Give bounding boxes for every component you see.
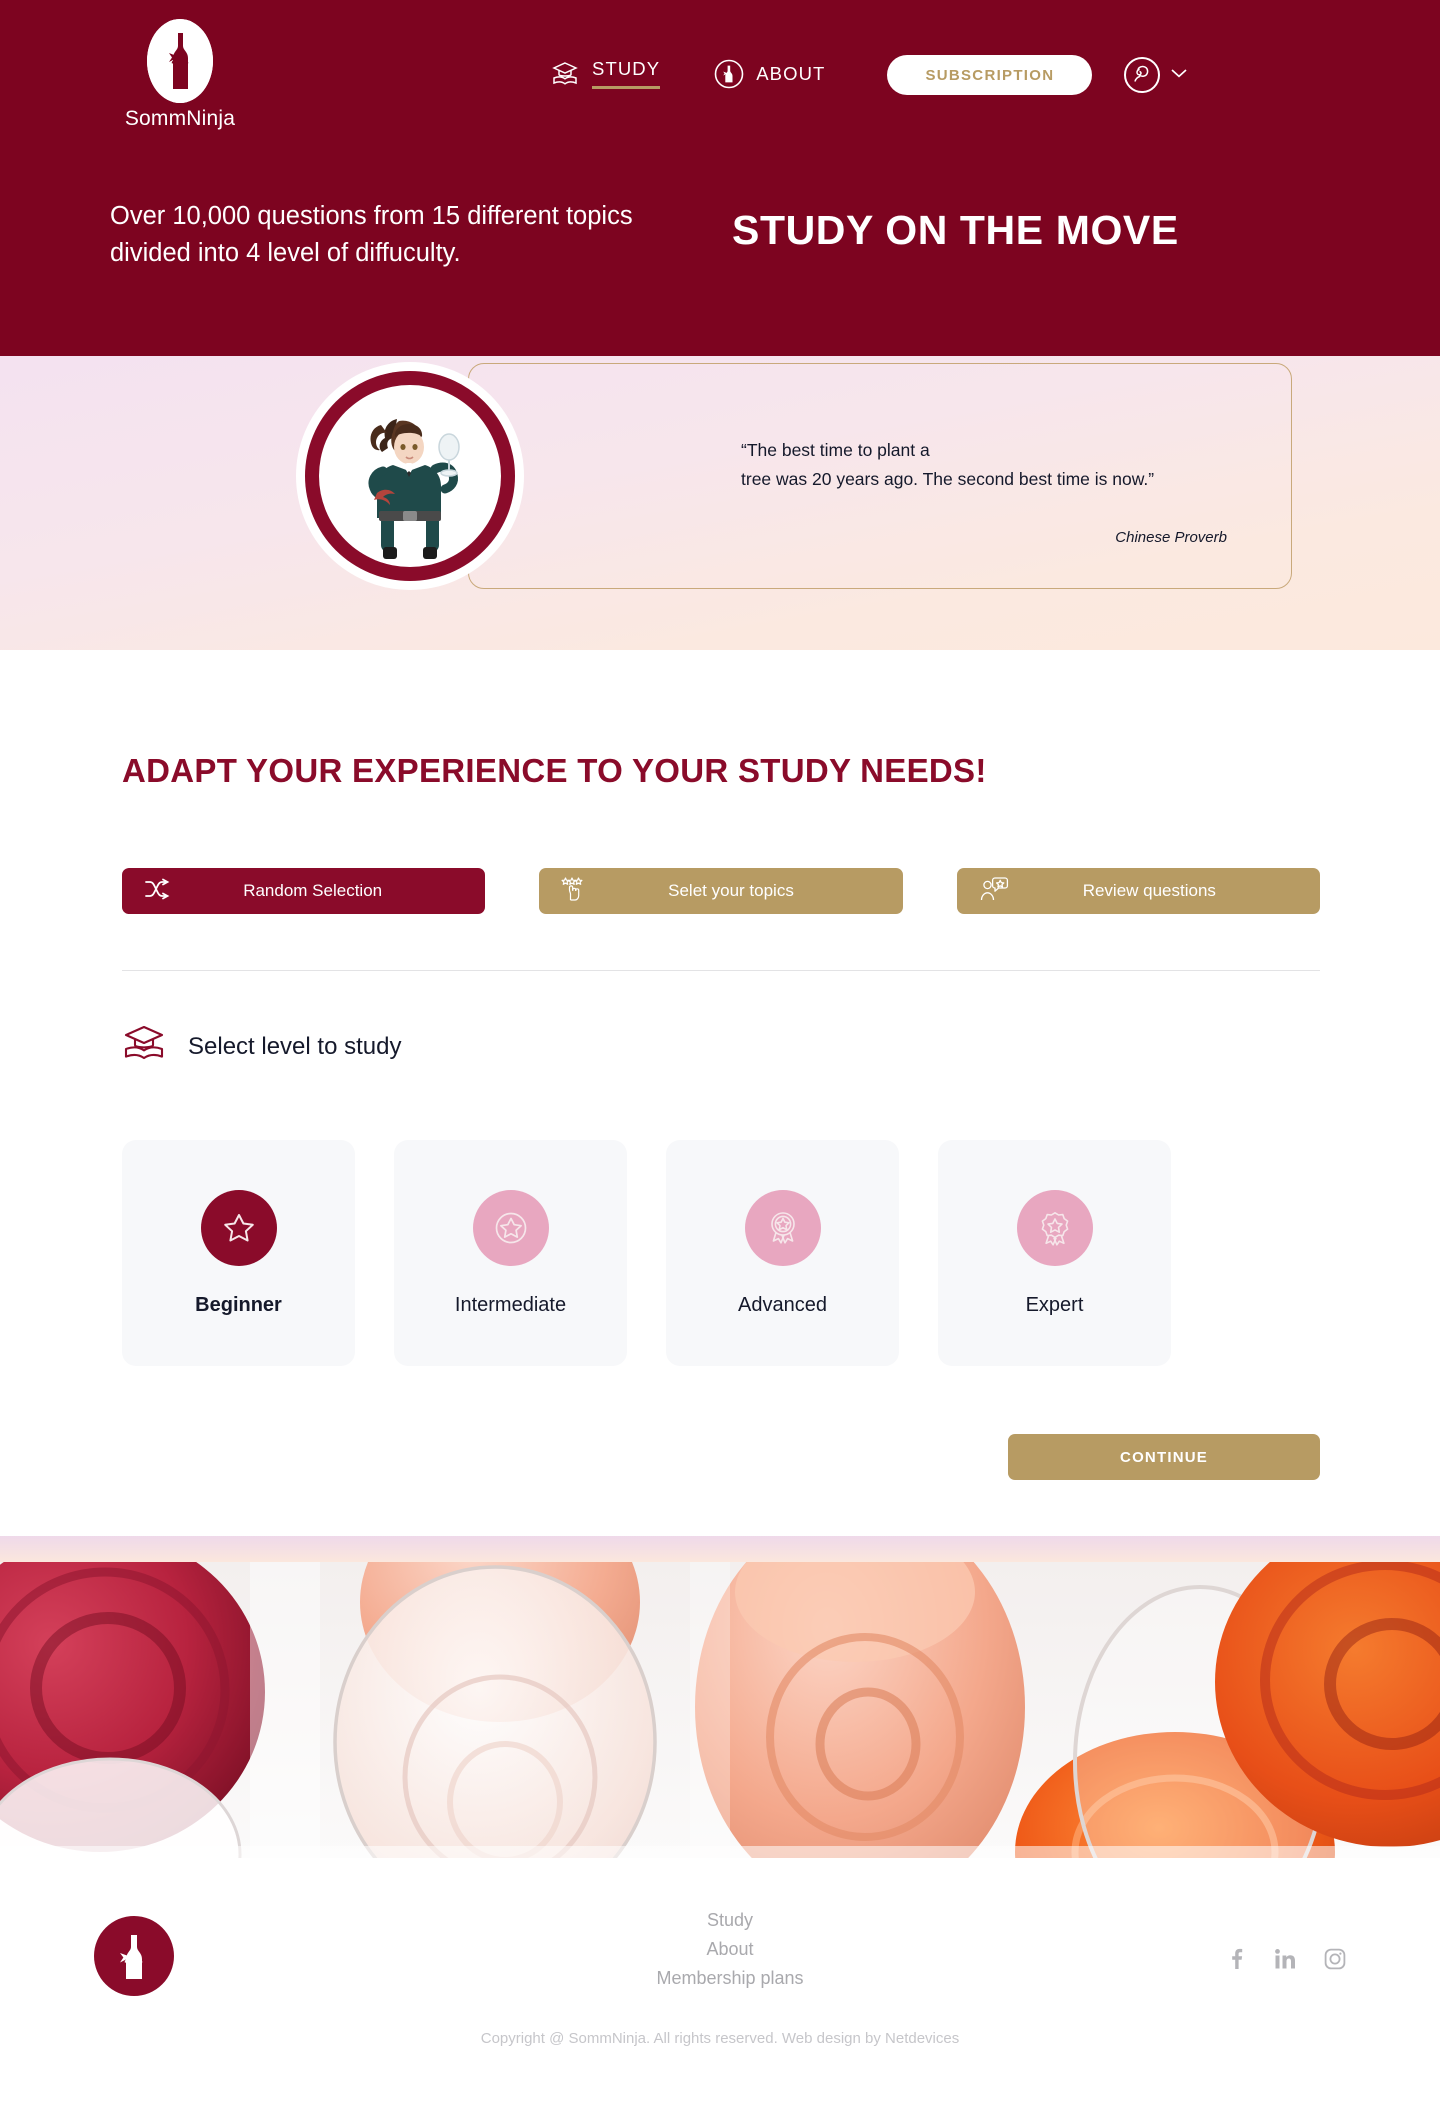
quote-line-2: tree was 20 years ago. The second best t… <box>741 469 1155 490</box>
brand-logo[interactable]: SommNinja <box>110 19 250 131</box>
level-label-advanced: Advanced <box>738 1293 827 1316</box>
footer-link-study[interactable]: Study <box>707 1910 753 1931</box>
user-avatar-icon <box>1124 57 1161 93</box>
level-section-header: Select level to study <box>122 1023 1320 1070</box>
level-card-expert[interactable]: Expert <box>938 1140 1171 1366</box>
mode-label-random-selection: Random Selection <box>243 881 383 900</box>
footer-link-about[interactable]: About <box>706 1939 753 1960</box>
nav-label-about: ABOUT <box>756 62 826 84</box>
wine-bottle-icon <box>147 19 213 103</box>
main-navigation: SommNinja STUDY ABOUT SUBSCRIPTION <box>0 0 1440 150</box>
footer-logo[interactable] <box>94 1916 174 1996</box>
level-label-intermediate: Intermediate <box>454 1293 567 1316</box>
quote-wrapper: “The best time to plant a tree was 20 ye… <box>296 362 1292 590</box>
level-list: Beginner Intermediate Advanced Expert <box>122 1140 1320 1366</box>
page-title: ADAPT YOUR EXPERIENCE TO YOUR STUDY NEED… <box>122 752 987 789</box>
facebook-icon[interactable] <box>1226 1948 1246 1970</box>
mode-button-review-questions[interactable]: Review questions <box>956 868 1320 914</box>
quote-author: Chinese Proverb <box>1115 529 1227 546</box>
copyright-text: Copyright @ SommNinja. All rights reserv… <box>480 2030 960 2047</box>
brand-name: SommNinja <box>124 107 236 130</box>
level-label-beginner: Beginner <box>195 1293 282 1316</box>
ninja-sommelier-avatar <box>296 362 524 590</box>
subscription-button[interactable]: SUBSCRIPTION <box>887 55 1093 95</box>
nav-label-study: STUDY <box>592 58 661 89</box>
footer-links: Study About Membership plans <box>656 1910 803 1989</box>
star-in-circle-icon <box>472 1189 549 1266</box>
instagram-icon[interactable] <box>1324 1948 1346 1970</box>
level-card-advanced[interactable]: Advanced <box>666 1140 899 1366</box>
nav-links: STUDY ABOUT <box>550 58 825 92</box>
mode-label-review-questions: Review questions <box>1082 881 1216 900</box>
continue-button[interactable]: CONTINUE <box>1008 1434 1320 1480</box>
photo-strip-gradient <box>0 1536 1440 1562</box>
hand-pointer-stars-icon <box>561 876 589 907</box>
mode-button-select-topics[interactable]: Selet your topics <box>539 868 903 914</box>
wine-bottle-circle-icon <box>714 59 744 89</box>
graduation-cap-book-icon <box>550 59 580 89</box>
mode-button-random-selection[interactable]: Random Selection <box>122 868 486 914</box>
main-content: ADAPT YOUR EXPERIENCE TO YOUR STUDY NEED… <box>0 650 1440 1536</box>
nav-item-about[interactable]: ABOUT <box>714 59 825 92</box>
medal-ribbon-star-icon <box>744 1189 821 1266</box>
level-card-intermediate[interactable]: Intermediate <box>394 1140 627 1366</box>
user-speech-star-icon <box>979 876 1009 907</box>
rose-wine-glasses-photo <box>0 1562 1440 1858</box>
footer-link-membership-plans[interactable]: Membership plans <box>656 1968 803 1989</box>
mode-label-select-topics: Selet your topics <box>668 881 794 900</box>
star-icon <box>200 1189 277 1266</box>
chevron-down-icon <box>1170 66 1188 84</box>
hero-title: STUDY ON THE MOVE <box>732 207 1179 253</box>
graduation-cap-book-icon <box>122 1023 166 1070</box>
badge-rosette-star-icon <box>1016 1189 1093 1266</box>
social-links <box>1226 1948 1346 1970</box>
site-footer: Study About Membership plans Copyright @… <box>0 1858 1440 2117</box>
section-divider <box>122 970 1320 971</box>
quote-band: “The best time to plant a tree was 20 ye… <box>0 356 1440 650</box>
shuffle-icon <box>144 878 170 905</box>
mode-selector: Random Selection Selet your topics Revie… <box>122 868 1320 914</box>
linkedin-icon[interactable] <box>1274 1948 1296 1970</box>
continue-row: CONTINUE <box>122 1434 1320 1536</box>
hero-subtitle: Over 10,000 questions from 15 different … <box>110 202 633 267</box>
page-root: SommNinja STUDY ABOUT SUBSCRIPTION Over … <box>0 0 1440 2117</box>
quote-card: “The best time to plant a tree was 20 ye… <box>468 363 1292 589</box>
quote-line-1: “The best time to plant a <box>741 440 930 460</box>
wine-bottle-icon <box>110 1929 158 1984</box>
level-label-expert: Expert <box>1025 1293 1084 1316</box>
account-menu[interactable] <box>1124 57 1188 93</box>
level-section-label: Select level to study <box>188 1032 402 1060</box>
site-header: SommNinja STUDY ABOUT SUBSCRIPTION Over … <box>0 0 1440 356</box>
level-card-beginner[interactable]: Beginner <box>122 1140 355 1366</box>
nav-item-study[interactable]: STUDY <box>550 58 661 92</box>
hero-banner: Over 10,000 questions from 15 different … <box>0 150 1440 272</box>
